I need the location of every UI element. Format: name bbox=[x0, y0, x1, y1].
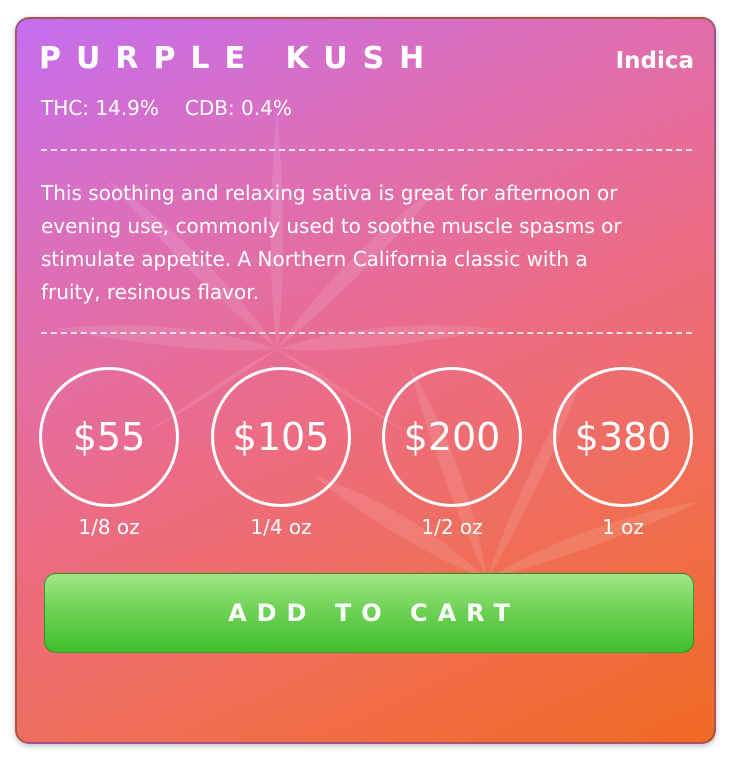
price-option-eighth[interactable]: $55 1/8 oz bbox=[39, 367, 179, 540]
thc-value: THC: 14.9% bbox=[41, 96, 159, 120]
price-weight-label: 1 oz bbox=[602, 515, 644, 539]
price-weight-label: 1/4 oz bbox=[250, 515, 312, 539]
product-card: PURPLE KUSH Indica THC: 14.9% CDB: 0.4% T… bbox=[15, 17, 716, 744]
cbd-value: CDB: 0.4% bbox=[184, 96, 292, 120]
price-circle[interactable]: $380 bbox=[553, 367, 693, 507]
price-weight-label: 1/2 oz bbox=[421, 515, 483, 539]
divider-bottom bbox=[41, 332, 692, 334]
price-weight-label: 1/8 oz bbox=[78, 515, 140, 539]
cannabinoid-stats: THC: 14.9% CDB: 0.4% bbox=[41, 95, 292, 121]
product-description: This soothing and relaxing sativa is gre… bbox=[41, 181, 622, 304]
price-circle[interactable]: $105 bbox=[211, 367, 351, 507]
price-option-quarter[interactable]: $105 1/4 oz bbox=[211, 367, 351, 540]
price-option-ounce[interactable]: $380 1 oz bbox=[553, 367, 693, 540]
product-name: PURPLE KUSH bbox=[39, 41, 440, 76]
strain-type-label: Indica bbox=[615, 48, 694, 74]
add-to-cart-button[interactable]: ADD TO CART bbox=[44, 573, 694, 653]
price-options: $55 1/8 oz $105 1/4 oz $200 1/2 oz $380 … bbox=[39, 367, 705, 542]
divider-top bbox=[41, 149, 692, 151]
price-circle[interactable]: $55 bbox=[39, 367, 179, 507]
price-option-half[interactable]: $200 1/2 oz bbox=[382, 367, 522, 540]
price-circle[interactable]: $200 bbox=[382, 367, 522, 507]
